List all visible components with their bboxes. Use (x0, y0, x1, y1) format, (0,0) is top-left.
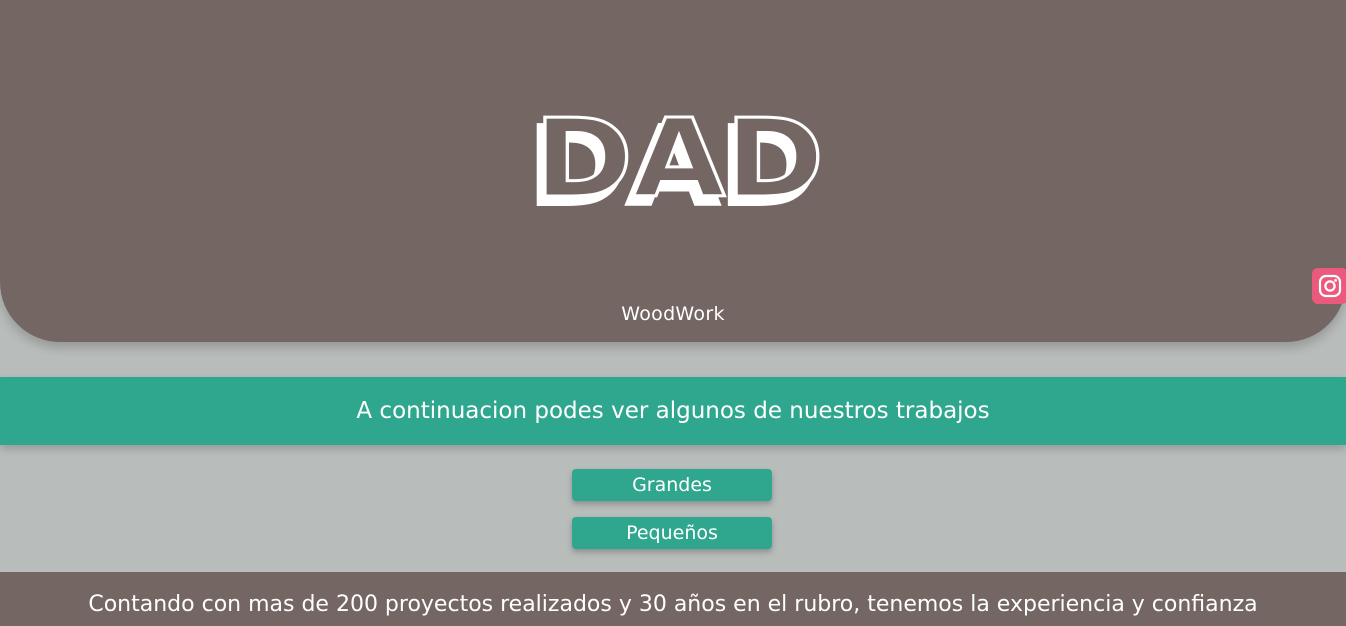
footer-text: Contando con mas de 200 proyectos realiz… (88, 592, 1258, 617)
grandes-button[interactable]: Grandes (572, 469, 772, 501)
hero-header: DAD DAD WoodWork (0, 0, 1346, 342)
instagram-icon (1318, 274, 1342, 298)
banner-text: A continuacion podes ver algunos de nues… (356, 398, 990, 424)
logo-graphic: DAD DAD (528, 100, 826, 212)
instagram-link[interactable] (1312, 268, 1346, 304)
page: DAD DAD WoodWork A continuacion podes ve… (0, 0, 1346, 626)
brand-subtitle: WoodWork (621, 303, 725, 325)
pequenos-button[interactable]: Pequeños (572, 517, 772, 549)
works-banner: A continuacion podes ver algunos de nues… (0, 377, 1346, 445)
footer-section: Contando con mas de 200 proyectos realiz… (0, 572, 1346, 626)
logo-face-text: DAD (534, 100, 824, 212)
brand-logo: DAD DAD (528, 100, 828, 212)
